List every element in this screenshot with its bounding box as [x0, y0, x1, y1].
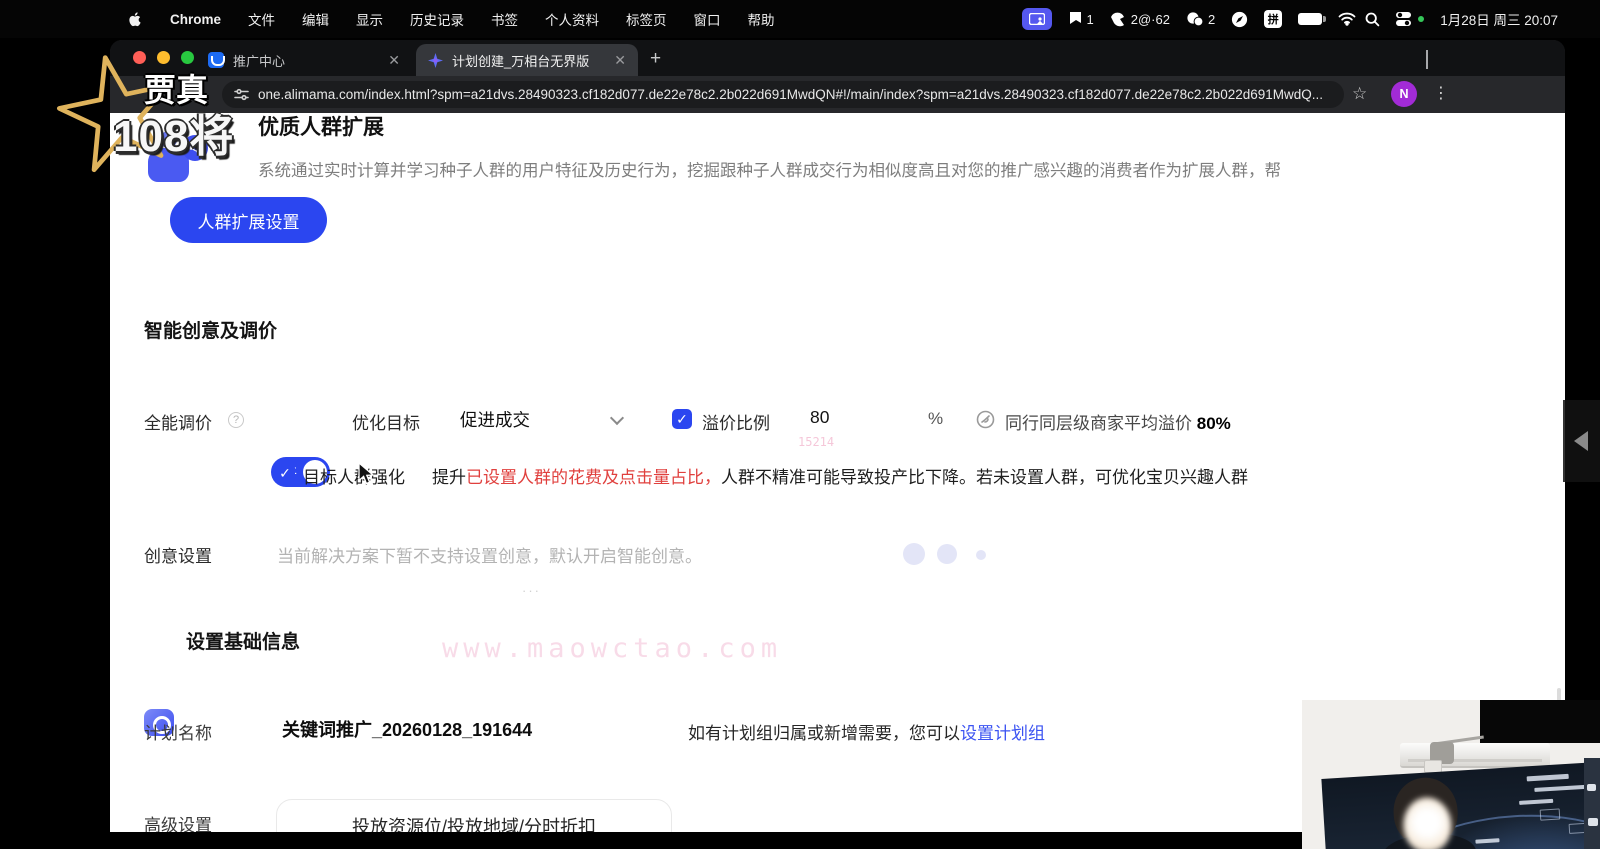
- advanced-settings-label: 高级设置: [144, 811, 212, 832]
- taobao-favicon: [208, 52, 224, 68]
- optimize-goal-label: 优化目标: [352, 409, 420, 434]
- profile-avatar[interactable]: N: [1391, 81, 1417, 107]
- chat-count: 2: [1208, 12, 1215, 27]
- omni-bid-label: 全能调价: [144, 409, 212, 434]
- compass-icon[interactable]: [1231, 11, 1248, 28]
- tab-close-icon[interactable]: ✕: [614, 52, 626, 69]
- dark-monitor: [1480, 700, 1600, 743]
- menubar-items: 文件 编辑 显示 历史记录 书签 个人资料 标签页 窗口 帮助: [248, 9, 775, 29]
- control-center-icon[interactable]: [1396, 12, 1424, 27]
- battery-icon[interactable]: [1298, 13, 1322, 25]
- section-title-smart: 智能创意及调价: [144, 316, 277, 343]
- premium-ratio-checkbox[interactable]: ✓: [672, 409, 692, 429]
- chrome-menu-icon[interactable]: ⋮: [1433, 83, 1449, 103]
- faint-ellipsis: ···: [522, 583, 541, 598]
- menu-item-9[interactable]: 帮助: [748, 9, 775, 29]
- target-audience-checkbox[interactable]: ✓: [275, 463, 295, 483]
- tab-strip: 推广中心 ✕ 计划创建_万相台无界版 ✕ +: [110, 40, 1565, 76]
- menu-item-5[interactable]: 书签: [491, 9, 518, 29]
- air-conditioner: [1400, 743, 1550, 768]
- plan-group-note: 如有计划组归属或新增需要，您可以设置计划组: [688, 719, 1045, 744]
- loading-dot: [937, 544, 957, 564]
- audience-description: 系统通过实时计算并学习种子人群的用户特征及历史行为，挖掘跟种子人群成交行为相似度…: [258, 157, 1281, 181]
- wifi-icon[interactable]: [1338, 12, 1349, 26]
- percent-unit: %: [928, 409, 943, 429]
- tab-search-chevron-icon[interactable]: [1426, 50, 1438, 62]
- arrow-left-icon: [1574, 431, 1588, 451]
- plan-name-value[interactable]: 关键词推广_20260128_191644: [282, 716, 532, 742]
- tab-plan-create[interactable]: 计划创建_万相台无界版 ✕: [416, 44, 638, 76]
- audience-expand-icon: [146, 131, 210, 185]
- address-bar[interactable]: one.alimama.com/index.html?spm=a21dvs.28…: [222, 81, 1344, 108]
- menu-item-8[interactable]: 窗口: [694, 9, 721, 29]
- macos-menu-bar: Chrome 文件 编辑 显示 历史记录 书签 个人资料 标签页 窗口 帮助 1 2@·62 2: [0, 0, 1600, 38]
- apple-menu-icon[interactable]: [127, 10, 143, 29]
- browser-toolbar: one.alimama.com/index.html?spm=a21dvs.28…: [110, 76, 1565, 113]
- site-settings-icon[interactable]: [234, 88, 249, 101]
- audience-expand-settings-button[interactable]: 人群扩展设置: [170, 197, 327, 243]
- menu-item-3[interactable]: 显示: [356, 9, 383, 29]
- chevron-down-icon[interactable]: [610, 411, 624, 425]
- menu-item-4[interactable]: 历史记录: [410, 9, 464, 29]
- side-drawer-collapsed[interactable]: [1563, 400, 1600, 482]
- creative-settings-label: 创意设置: [144, 542, 212, 567]
- recorder-count: 1: [1087, 12, 1094, 27]
- share-icon: [182, 135, 208, 161]
- input-method-icon[interactable]: 拼: [1264, 10, 1282, 28]
- advanced-settings-value: 投放资源位/投放地域/分时折扣: [277, 813, 671, 832]
- webcam-overlay: [1302, 700, 1600, 849]
- target-audience-label: 目标人群强化: [303, 463, 405, 488]
- tab-title: 计划创建_万相台无界版: [452, 51, 589, 70]
- meter-text: 2@·62: [1131, 12, 1170, 27]
- help-icon[interactable]: ?: [228, 412, 244, 428]
- site-watermark: www.maowctao.com: [442, 633, 782, 664]
- premium-ratio-label: 溢价比例: [702, 409, 770, 434]
- menubar-datetime: 1月28日 周三 20:07: [1440, 9, 1558, 29]
- recorder-status-icon[interactable]: 1: [1068, 11, 1094, 28]
- url-text: one.alimama.com/index.html?spm=a21dvs.28…: [258, 87, 1323, 102]
- bookmark-star-icon[interactable]: ☆: [1352, 84, 1367, 104]
- loading-dot: [976, 550, 986, 560]
- window-controls: [133, 51, 194, 64]
- fullscreen-window-button[interactable]: [181, 51, 194, 64]
- menu-item-2[interactable]: 编辑: [302, 9, 329, 29]
- tab-promotion-center[interactable]: 推广中心 ✕: [196, 44, 412, 76]
- screen-share-icon[interactable]: [1022, 8, 1052, 30]
- plan-name-label: 计划名称: [144, 719, 212, 744]
- menu-item-7[interactable]: 标签页: [626, 9, 667, 29]
- set-plan-group-link[interactable]: 设置计划组: [960, 724, 1045, 743]
- optimize-goal-select[interactable]: 促进成交: [460, 407, 530, 432]
- chat-status-icon[interactable]: 2: [1186, 12, 1215, 27]
- mouse-cursor: [358, 462, 375, 491]
- creative-settings-note: 当前解决方案下暂不支持设置创意，默认开启智能创意。: [277, 542, 702, 567]
- spotlight-search-icon[interactable]: [1365, 12, 1380, 27]
- target-audience-note-red: 已设置人群的花费及点击量占比，: [466, 468, 721, 487]
- peer-premium-text: 同行同层级商家平均溢价 80%: [1005, 409, 1231, 434]
- spark-favicon: [428, 53, 443, 68]
- diagnose-icon: [976, 410, 995, 429]
- section-title-basic: 设置基础信息: [186, 627, 300, 654]
- loading-dot: [903, 543, 925, 565]
- status-green-dot: [1418, 16, 1424, 22]
- advanced-settings-box[interactable]: 投放资源位/投放地域/分时折扣: [276, 799, 672, 832]
- premium-ratio-input[interactable]: 80: [810, 407, 829, 428]
- close-window-button[interactable]: [133, 51, 146, 64]
- section-title-audience: 优质人群扩展: [258, 113, 384, 141]
- menu-item-1[interactable]: 文件: [248, 9, 275, 29]
- screen: Chrome 文件 编辑 显示 历史记录 书签 个人资料 标签页 窗口 帮助 1 2@·62 2: [0, 0, 1600, 849]
- tab-close-icon[interactable]: ✕: [388, 52, 400, 69]
- peer-premium-value: 80%: [1197, 414, 1231, 433]
- tab-title: 推广中心: [233, 51, 285, 70]
- new-tab-button[interactable]: +: [650, 48, 661, 70]
- presentation-board: [1321, 761, 1600, 849]
- menu-item-6[interactable]: 个人资料: [545, 9, 599, 29]
- id-watermark: 15214: [798, 435, 834, 449]
- side-screen-edge: [1584, 758, 1600, 849]
- meter-status-icon[interactable]: 2@·62: [1110, 12, 1170, 27]
- minimize-window-button[interactable]: [157, 51, 170, 64]
- target-audience-note: 提升已设置人群的花费及点击量占比，人群不精准可能导致投产比下降。若未设置人群，可…: [432, 463, 1248, 488]
- menu-app-name[interactable]: Chrome: [170, 12, 221, 27]
